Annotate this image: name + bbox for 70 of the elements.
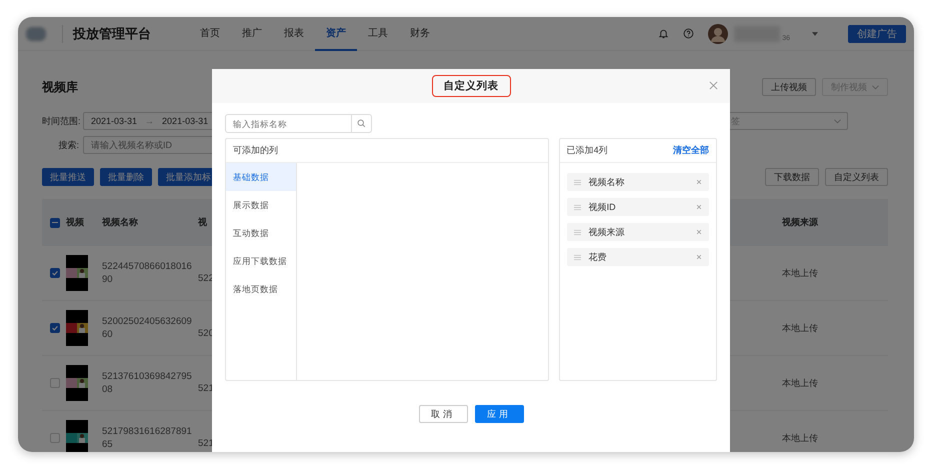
column-name: 视频来源 — [588, 226, 626, 238]
video-source: 本地上传 — [781, 322, 819, 334]
nav-tab[interactable]: 报表 — [273, 17, 315, 50]
category-item[interactable]: 展示数据 — [226, 191, 296, 219]
batch-button[interactable]: 批量推送 — [42, 168, 94, 186]
table-cell-text: 521 — [198, 438, 215, 448]
video-name: 5200250240563260960 — [102, 315, 193, 341]
column-header: 视频来源 — [780, 216, 819, 229]
table-cell-text: 521 — [198, 382, 215, 394]
metric-search-field[interactable]: 输入指标名称 — [225, 114, 352, 133]
column-header: 视 — [198, 216, 208, 229]
column-header: 视频 — [66, 216, 85, 229]
search-label: 搜索: — [57, 138, 80, 152]
help-icon[interactable] — [683, 28, 694, 39]
video-source: 本地上传 — [781, 266, 819, 280]
app-title: 投放管理平台 — [62, 24, 151, 42]
video-source: 本地上传 — [781, 432, 819, 444]
added-column-item[interactable]: 视频名称 — [566, 173, 709, 191]
avatar-icon[interactable] — [708, 24, 728, 44]
dialog-title: 自定义列表 — [432, 75, 510, 97]
video-source: 本地上传 — [781, 376, 819, 390]
category-item[interactable]: 应用下载数据 — [226, 247, 296, 275]
drag-handle-icon[interactable] — [574, 178, 581, 186]
added-column-item[interactable]: 视频ID — [566, 198, 709, 216]
video-name: 5217983161628789165 — [102, 425, 193, 451]
nav-tab[interactable]: 财务 — [399, 17, 441, 50]
close-icon[interactable] — [709, 81, 718, 90]
panel-title: 已添加4列 — [566, 144, 608, 157]
drag-handle-icon[interactable] — [574, 204, 581, 210]
column-name: 视频名称 — [588, 176, 626, 188]
nav-tab[interactable]: 资产 — [315, 17, 357, 50]
video-name: 5213761036984279508 — [102, 370, 193, 396]
create-ad-button[interactable]: 创建广告 — [848, 24, 906, 42]
logo-icon — [26, 26, 46, 40]
chevron-icon — [834, 118, 841, 124]
date-range-label: 时间范围: — [42, 114, 82, 128]
nav-tab[interactable]: 工具 — [357, 17, 399, 50]
panel-title: 可添加的列 — [233, 144, 278, 157]
remove-icon[interactable] — [696, 254, 702, 260]
chevron-icon — [872, 84, 879, 90]
nav-tab[interactable]: 首页 — [189, 17, 231, 50]
cancel-button[interactable]: 取消 — [418, 405, 468, 423]
apply-button[interactable]: 应用 — [474, 405, 524, 423]
category-item[interactable]: 互动数据 — [226, 219, 296, 247]
added-column-item[interactable]: 视频来源 — [566, 223, 709, 241]
bell-icon[interactable] — [658, 28, 670, 39]
row-checkbox[interactable] — [50, 268, 60, 278]
added-column-item[interactable]: 花费 — [566, 248, 709, 266]
row-checkbox[interactable] — [50, 323, 60, 333]
batch-button[interactable]: 批量删除 — [100, 168, 152, 186]
nav-tab[interactable]: 推广 — [231, 17, 273, 50]
remove-icon[interactable] — [696, 229, 702, 235]
remove-icon[interactable] — [696, 179, 702, 185]
table-button[interactable]: 自定义列表 — [825, 168, 888, 186]
caret-icon[interactable] — [812, 32, 818, 36]
page-title: 视频库 — [42, 78, 78, 96]
select-all-checkbox[interactable] — [50, 218, 60, 228]
category-item[interactable]: 基础数据 — [226, 163, 296, 191]
column-name: 花费 — [588, 250, 608, 264]
drag-handle-icon[interactable] — [574, 254, 581, 260]
category-item[interactable]: 落地页数据 — [226, 275, 296, 303]
header-button[interactable]: 上传视频 — [762, 78, 816, 96]
search-icon[interactable] — [352, 114, 372, 133]
remove-icon[interactable] — [696, 204, 702, 210]
clear-all-link[interactable]: 清空全部 — [673, 144, 709, 157]
column-header: 视频名称 — [102, 216, 139, 229]
table-button[interactable]: 下载数据 — [765, 168, 819, 186]
video-name: 5224457086601801690 — [102, 260, 193, 286]
column-name: 视频ID — [588, 200, 617, 214]
drag-handle-icon[interactable] — [574, 228, 581, 236]
